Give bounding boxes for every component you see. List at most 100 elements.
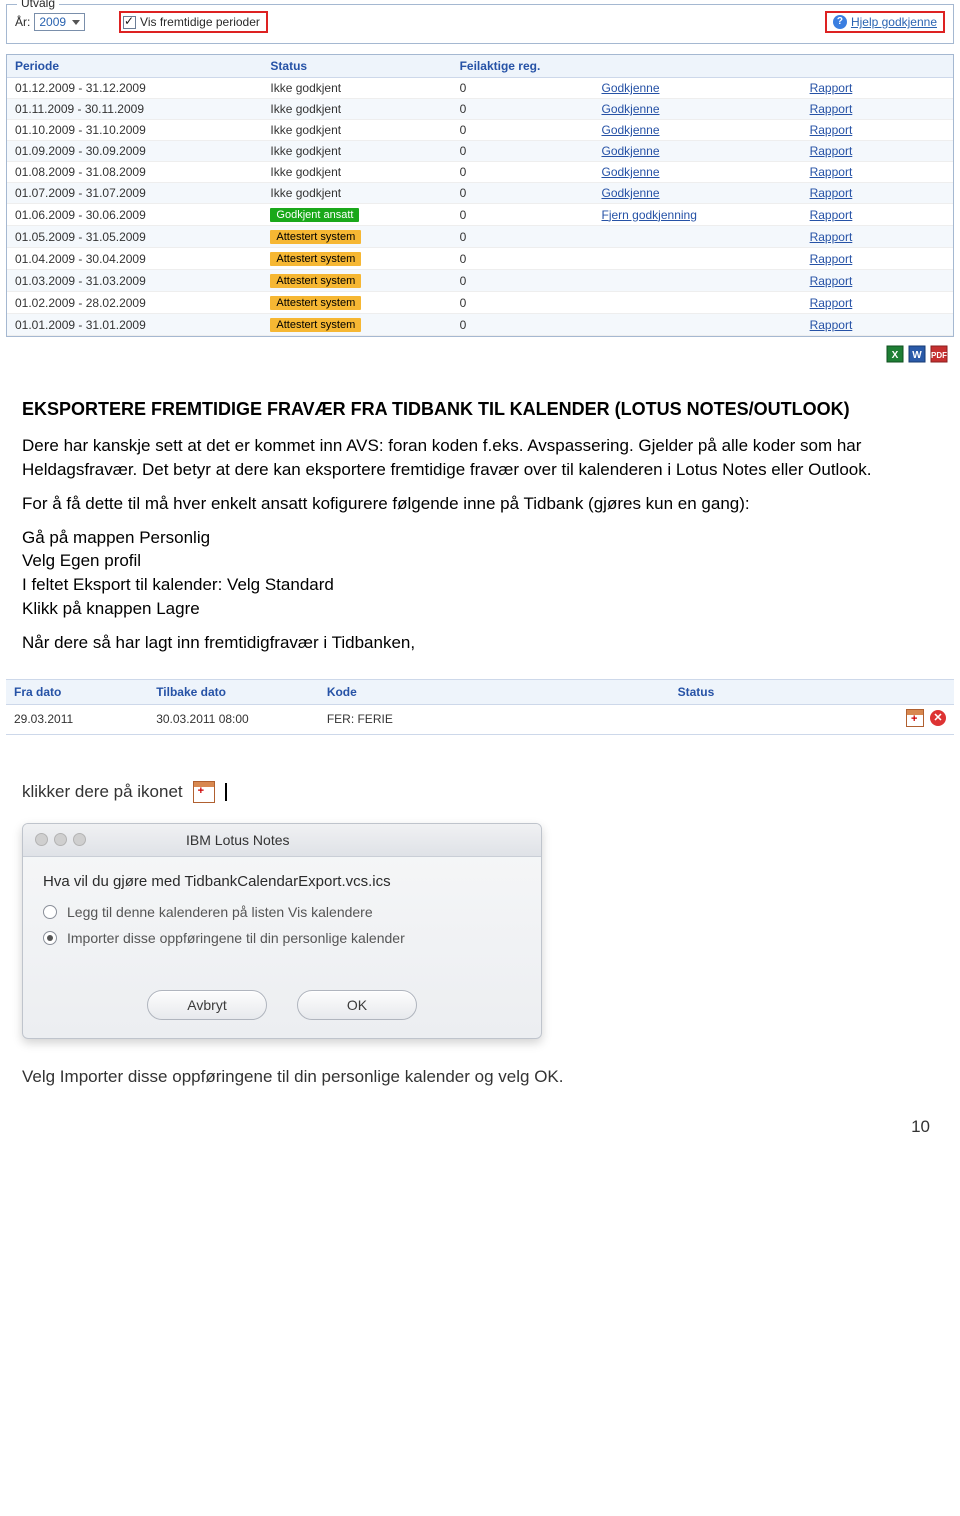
- radio-icon[interactable]: [43, 931, 57, 945]
- cell-fra: 29.03.2011: [6, 704, 148, 734]
- calendar-export-icon: [193, 781, 215, 803]
- cell-feil: 0: [452, 162, 594, 183]
- section-title: EKSPORTERE FREMTIDIGE FRAVÆR FRA TIDBANK…: [22, 397, 938, 422]
- excel-icon[interactable]: X: [886, 345, 904, 363]
- status-badge: Attestert system: [270, 252, 361, 266]
- entry-table-wrap: Fra dato Tilbake dato Kode Status 29.03.…: [6, 679, 954, 735]
- step-4: Klikk på knappen Lagre: [22, 597, 938, 621]
- year-select[interactable]: 2009: [34, 13, 85, 31]
- export-toolbar: X W PDF: [0, 341, 960, 371]
- primary-action-link[interactable]: Godkjenne: [601, 102, 659, 116]
- step-3: I feltet Eksport til kalender: Velg Stan…: [22, 573, 938, 597]
- table-row: 01.01.2009 - 31.01.2009Attestert system0…: [7, 314, 953, 336]
- cell-action-report: Rapport: [802, 226, 953, 248]
- table-row: 01.08.2009 - 31.08.2009Ikke godkjent0God…: [7, 162, 953, 183]
- status-badge: Attestert system: [270, 296, 361, 310]
- cell-kode: FER: FERIE: [319, 704, 670, 734]
- rapport-link[interactable]: Rapport: [810, 144, 853, 158]
- cell-action-primary: [593, 226, 801, 248]
- utvalg-legend: Utvalg: [17, 0, 59, 10]
- table-row: 01.12.2009 - 31.12.2009Ikke godkjent0God…: [7, 78, 953, 99]
- cell-periode: 01.06.2009 - 30.06.2009: [7, 204, 262, 226]
- th-status: Status: [262, 55, 451, 78]
- radio-option-1[interactable]: Legg til denne kalenderen på listen Vis …: [43, 904, 521, 920]
- svg-text:PDF: PDF: [931, 351, 947, 360]
- calendar-export-icon[interactable]: [906, 709, 924, 727]
- cell-status: Ikke godkjent: [262, 183, 451, 204]
- para-2: For å få dette til må hver enkelt ansatt…: [22, 492, 938, 516]
- table-row: 01.10.2009 - 31.10.2009Ikke godkjent0God…: [7, 120, 953, 141]
- cell-action-report: Rapport: [802, 78, 953, 99]
- utvalg-fieldset: Utvalg År: 2009 Vis fremtidige perioder …: [6, 4, 954, 44]
- rapport-link[interactable]: Rapport: [810, 186, 853, 200]
- para-3: Når dere så har lagt inn fremtidigfravær…: [22, 631, 938, 655]
- delete-icon[interactable]: ✕: [930, 710, 946, 726]
- dialog-titlebar: IBM Lotus Notes: [23, 824, 541, 857]
- svg-text:W: W: [912, 350, 922, 361]
- entry-row: 29.03.2011 30.03.2011 08:00 FER: FERIE ✕: [6, 704, 954, 734]
- rapport-link[interactable]: Rapport: [810, 252, 853, 266]
- radio-label-1: Legg til denne kalenderen på listen Vis …: [67, 904, 373, 920]
- th-fra: Fra dato: [6, 679, 148, 704]
- window-controls[interactable]: [35, 833, 86, 846]
- lotus-notes-dialog: IBM Lotus Notes Hva vil du gjøre med Tid…: [22, 823, 542, 1039]
- cell-status: Attestert system: [262, 292, 451, 314]
- primary-action-link[interactable]: Godkjenne: [601, 123, 659, 137]
- cell-status: [670, 704, 860, 734]
- radio-icon[interactable]: [43, 905, 57, 919]
- help-label[interactable]: Hjelp godkjenne: [851, 15, 937, 29]
- year-label: År:: [15, 15, 30, 29]
- ok-button[interactable]: OK: [297, 990, 417, 1020]
- primary-action-link[interactable]: Godkjenne: [601, 81, 659, 95]
- cell-action-primary: [593, 248, 801, 270]
- radio-option-2[interactable]: Importer disse oppføringene til din pers…: [43, 930, 521, 946]
- primary-action-link[interactable]: Godkjenne: [601, 186, 659, 200]
- status-badge: Attestert system: [270, 230, 361, 244]
- primary-action-link[interactable]: Godkjenne: [601, 165, 659, 179]
- periode-table-wrap: Periode Status Feilaktige reg. 01.12.200…: [6, 54, 954, 337]
- cell-feil: 0: [452, 183, 594, 204]
- cell-action-report: Rapport: [802, 292, 953, 314]
- zoom-dot-icon[interactable]: [73, 833, 86, 846]
- cell-action-report: Rapport: [802, 120, 953, 141]
- cell-status: Attestert system: [262, 314, 451, 336]
- cancel-button[interactable]: Avbryt: [147, 990, 267, 1020]
- cell-action-primary: Godkjenne: [593, 78, 801, 99]
- word-icon[interactable]: W: [908, 345, 926, 363]
- step-1: Gå på mappen Personlig: [22, 526, 938, 550]
- periode-table: Periode Status Feilaktige reg. 01.12.200…: [7, 55, 953, 336]
- final-instruction: Velg Importer disse oppføringene til din…: [0, 1059, 960, 1117]
- th-kode: Kode: [319, 679, 670, 704]
- rapport-link[interactable]: Rapport: [810, 318, 853, 332]
- dialog-question: Hva vil du gjøre med TidbankCalendarExpo…: [43, 873, 521, 890]
- rapport-link[interactable]: Rapport: [810, 165, 853, 179]
- table-row: 01.05.2009 - 31.05.2009Attestert system0…: [7, 226, 953, 248]
- primary-action-link[interactable]: Fjern godkjenning: [601, 208, 696, 222]
- rapport-link[interactable]: Rapport: [810, 81, 853, 95]
- rapport-link[interactable]: Rapport: [810, 296, 853, 310]
- cell-periode: 01.05.2009 - 31.05.2009: [7, 226, 262, 248]
- cell-action-report: Rapport: [802, 162, 953, 183]
- status-badge: Godkjent ansatt: [270, 208, 359, 222]
- rapport-link[interactable]: Rapport: [810, 230, 853, 244]
- svg-text:X: X: [892, 350, 899, 361]
- rapport-link[interactable]: Rapport: [810, 123, 853, 137]
- cell-action-report: Rapport: [802, 141, 953, 162]
- rapport-link[interactable]: Rapport: [810, 102, 853, 116]
- table-row: 01.07.2009 - 31.07.2009Ikke godkjent0God…: [7, 183, 953, 204]
- minimize-dot-icon[interactable]: [54, 833, 67, 846]
- th-tilbake: Tilbake dato: [148, 679, 319, 704]
- pdf-icon[interactable]: PDF: [930, 345, 948, 363]
- cell-periode: 01.03.2009 - 31.03.2009: [7, 270, 262, 292]
- rapport-link[interactable]: Rapport: [810, 208, 853, 222]
- future-periods-checkbox[interactable]: [123, 16, 136, 29]
- cell-status: Attestert system: [262, 270, 451, 292]
- future-periods-label: Vis fremtidige perioder: [140, 15, 260, 29]
- rapport-link[interactable]: Rapport: [810, 274, 853, 288]
- cell-status: Ikke godkjent: [262, 78, 451, 99]
- cell-tilbake: 30.03.2011 08:00: [148, 704, 319, 734]
- primary-action-link[interactable]: Godkjenne: [601, 144, 659, 158]
- th-blank2: [802, 55, 953, 78]
- page-number: 10: [0, 1117, 960, 1143]
- close-dot-icon[interactable]: [35, 833, 48, 846]
